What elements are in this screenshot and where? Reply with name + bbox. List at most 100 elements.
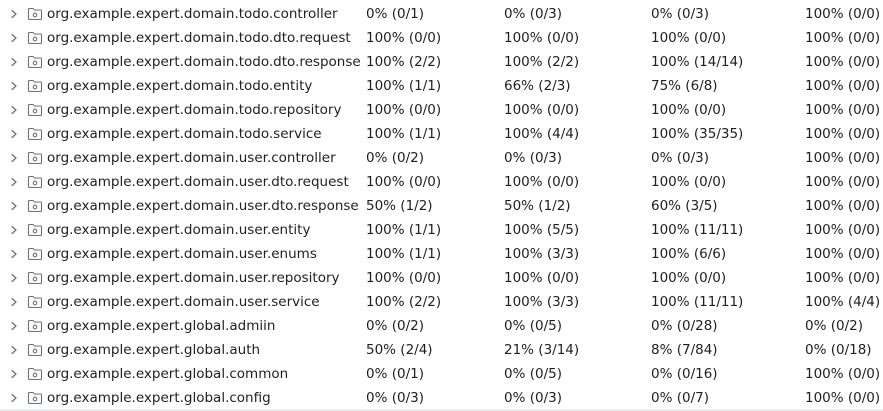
coverage-row[interactable]: org.example.expert.global.common 0% (0/1… — [0, 362, 883, 386]
package-folder-icon — [27, 146, 43, 170]
class-coverage: 0% (0/3) — [366, 390, 424, 406]
chevron-right-icon[interactable] — [8, 314, 20, 338]
coverage-row[interactable]: org.example.expert.domain.user.repositor… — [0, 266, 883, 290]
method-coverage: 0% (0/3) — [504, 150, 562, 166]
package-folder-icon — [27, 362, 43, 386]
package-folder-icon — [27, 338, 43, 362]
package-folder-icon — [27, 242, 43, 266]
package-name: org.example.expert.global.config — [47, 390, 271, 406]
package-name: org.example.expert.domain.user.repositor… — [47, 270, 340, 286]
method-coverage: 0% (0/5) — [504, 318, 562, 334]
branch-coverage: 100% (0/0) — [805, 126, 881, 142]
package-name: org.example.expert.global.auth — [47, 342, 261, 358]
package-name: org.example.expert.domain.user.controlle… — [47, 150, 336, 166]
class-coverage: 100% (1/1) — [366, 222, 442, 238]
line-coverage: 100% (6/6) — [651, 246, 727, 262]
class-coverage: 100% (1/1) — [366, 126, 442, 142]
class-coverage: 50% (1/2) — [366, 198, 433, 214]
package-folder-icon — [27, 194, 43, 218]
chevron-right-icon[interactable] — [8, 74, 20, 98]
package-folder-icon — [27, 290, 43, 314]
branch-coverage: 100% (0/0) — [805, 390, 881, 406]
line-coverage: 100% (11/11) — [651, 294, 744, 310]
class-coverage: 100% (2/2) — [366, 54, 442, 70]
chevron-right-icon[interactable] — [8, 170, 20, 194]
line-coverage: 75% (6/8) — [651, 78, 718, 94]
line-coverage: 60% (3/5) — [651, 198, 718, 214]
branch-coverage: 100% (0/0) — [805, 270, 881, 286]
method-coverage: 0% (0/3) — [504, 390, 562, 406]
class-coverage: 0% (0/1) — [366, 6, 424, 22]
coverage-row[interactable]: org.example.expert.domain.user.enums 100… — [0, 242, 883, 266]
coverage-row[interactable]: org.example.expert.domain.todo.entity 10… — [0, 74, 883, 98]
coverage-row[interactable]: org.example.expert.global.admiin 0% (0/2… — [0, 314, 883, 338]
branch-coverage: 100% (0/0) — [805, 174, 881, 190]
line-coverage: 0% (0/3) — [651, 6, 709, 22]
chevron-right-icon[interactable] — [8, 242, 20, 266]
chevron-right-icon[interactable] — [8, 338, 20, 362]
method-coverage: 66% (2/3) — [504, 78, 571, 94]
method-coverage: 100% (4/4) — [504, 126, 580, 142]
coverage-row[interactable]: org.example.expert.domain.user.controlle… — [0, 146, 883, 170]
package-name: org.example.expert.global.admiin — [47, 318, 276, 334]
method-coverage: 21% (3/14) — [504, 342, 580, 358]
coverage-row[interactable]: org.example.expert.domain.user.entity 10… — [0, 218, 883, 242]
package-folder-icon — [27, 50, 43, 74]
method-coverage: 0% (0/5) — [504, 366, 562, 382]
coverage-row[interactable]: org.example.expert.global.auth 50% (2/4)… — [0, 338, 883, 362]
chevron-right-icon[interactable] — [8, 194, 20, 218]
package-name: org.example.expert.domain.todo.controlle… — [47, 6, 338, 22]
method-coverage: 100% (0/0) — [504, 174, 580, 190]
line-coverage: 100% (11/11) — [651, 222, 744, 238]
line-coverage: 100% (0/0) — [651, 270, 727, 286]
class-coverage: 100% (2/2) — [366, 294, 442, 310]
package-name: org.example.expert.domain.todo.entity — [47, 78, 313, 94]
line-coverage: 100% (14/14) — [651, 54, 744, 70]
coverage-row[interactable]: org.example.expert.domain.todo.service 1… — [0, 122, 883, 146]
branch-coverage: 100% (0/0) — [805, 102, 881, 118]
coverage-row[interactable]: org.example.expert.domain.user.service 1… — [0, 290, 883, 314]
coverage-row[interactable]: org.example.expert.domain.user.dto.respo… — [0, 194, 883, 218]
chevron-right-icon[interactable] — [8, 266, 20, 290]
chevron-right-icon[interactable] — [8, 218, 20, 242]
class-coverage: 100% (0/0) — [366, 174, 442, 190]
package-folder-icon — [27, 74, 43, 98]
package-folder-icon — [27, 314, 43, 338]
class-coverage: 0% (0/2) — [366, 150, 424, 166]
branch-coverage: 100% (0/0) — [805, 198, 881, 214]
branch-coverage: 100% (0/0) — [805, 150, 881, 166]
method-coverage: 100% (0/0) — [504, 30, 580, 46]
chevron-right-icon[interactable] — [8, 386, 20, 410]
branch-coverage: 100% (0/0) — [805, 78, 881, 94]
class-coverage: 0% (0/2) — [366, 318, 424, 334]
chevron-right-icon[interactable] — [8, 2, 20, 26]
chevron-right-icon[interactable] — [8, 50, 20, 74]
line-coverage: 100% (0/0) — [651, 174, 727, 190]
line-coverage: 0% (0/7) — [651, 390, 709, 406]
coverage-row[interactable]: org.example.expert.global.config 0% (0/3… — [0, 386, 883, 410]
chevron-right-icon[interactable] — [8, 146, 20, 170]
chevron-right-icon[interactable] — [8, 98, 20, 122]
package-folder-icon — [27, 170, 43, 194]
chevron-right-icon[interactable] — [8, 290, 20, 314]
branch-coverage: 0% (0/2) — [805, 318, 863, 334]
coverage-row[interactable]: org.example.expert.domain.user.dto.reque… — [0, 170, 883, 194]
class-coverage: 100% (0/0) — [366, 30, 442, 46]
chevron-right-icon[interactable] — [8, 122, 20, 146]
package-folder-icon — [27, 218, 43, 242]
package-name: org.example.expert.domain.todo.service — [47, 126, 322, 142]
branch-coverage: 100% (0/0) — [805, 366, 881, 382]
line-coverage: 100% (35/35) — [651, 126, 744, 142]
branch-coverage: 100% (0/0) — [805, 222, 881, 238]
coverage-row[interactable]: org.example.expert.domain.todo.controlle… — [0, 2, 883, 26]
line-coverage: 0% (0/28) — [651, 318, 718, 334]
coverage-row[interactable]: org.example.expert.domain.todo.dto.respo… — [0, 50, 883, 74]
package-name: org.example.expert.domain.user.entity — [47, 222, 311, 238]
coverage-row[interactable]: org.example.expert.domain.todo.dto.reque… — [0, 26, 883, 50]
package-name: org.example.expert.domain.user.service — [47, 294, 320, 310]
chevron-right-icon[interactable] — [8, 26, 20, 50]
class-coverage: 100% (0/0) — [366, 102, 442, 118]
chevron-right-icon[interactable] — [8, 362, 20, 386]
branch-coverage: 100% (4/4) — [805, 294, 881, 310]
coverage-row[interactable]: org.example.expert.domain.todo.repositor… — [0, 98, 883, 122]
